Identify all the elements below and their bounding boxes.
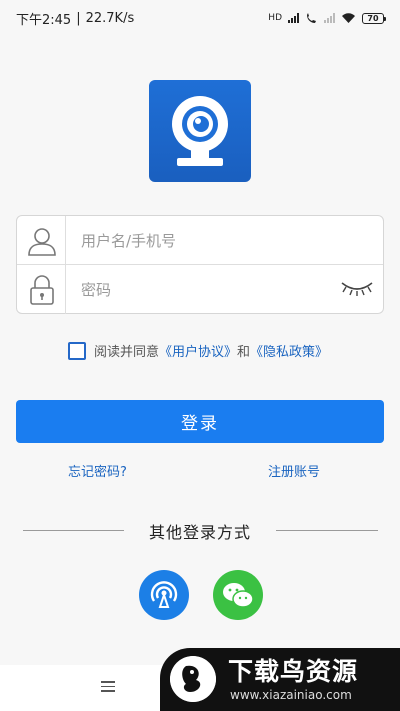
forgot-password-link[interactable]: 忘记密码? [68,461,127,480]
status-separator: | [76,10,81,26]
user-agreement-link[interactable]: 《用户协议》 [159,341,237,360]
watermark-url: www.xiazainiao.com [230,688,352,702]
signal-secondary-icon [324,13,335,23]
signal-broadcast-icon [150,581,178,608]
eye-closed-icon[interactable] [339,277,375,299]
other-login-title: 其他登录方式 [148,523,251,542]
broadcast-login-button[interactable] [139,570,189,620]
privacy-policy-link[interactable]: 《隐私政策》 [250,341,328,360]
status-right: HD 70 [268,12,386,24]
register-link[interactable]: 注册账号 [268,461,320,480]
signal-strength-icon [288,13,299,23]
status-left: 下午2:45 | 22.7K/s [16,9,134,28]
wifi-icon [342,12,355,23]
status-bar: 下午2:45 | 22.7K/s HD 70 [0,0,400,36]
webcam-icon [172,96,228,166]
menu-icon[interactable] [101,679,115,693]
agreement-joiner: 和 [237,345,251,360]
app-logo [149,80,251,182]
password-input[interactable] [81,273,341,306]
network-speed: 22.7K/s [85,10,135,26]
battery-icon: 70 [362,12,386,24]
login-button[interactable]: 登录 [16,400,384,443]
phone-icon [307,12,316,23]
wechat-login-button[interactable] [213,570,263,620]
divider-right [276,530,378,531]
login-form [16,215,384,314]
agreement-prefix: 阅读并同意 [94,345,160,360]
password-divider [65,265,66,314]
agreement-row: 阅读并同意 《用户协议》 和 《隐私政策》 [68,341,328,360]
status-time: 下午2:45 [16,12,72,28]
user-icon [28,228,56,256]
watermark-bird-logo [170,656,216,702]
other-login-header: 其他登录方式 [0,518,400,542]
network-type-label: HD [268,13,282,23]
divider-left [23,530,124,531]
watermark: 下载鸟资源 www.xiazainiao.com [160,648,400,711]
watermark-title: 下载鸟资源 [228,657,359,686]
username-row [17,216,383,265]
username-divider [65,216,66,264]
username-input[interactable] [81,224,341,257]
password-row [17,265,383,314]
agreement-checkbox[interactable] [68,341,86,360]
wechat-icon [223,583,254,608]
lock-icon [30,275,54,305]
